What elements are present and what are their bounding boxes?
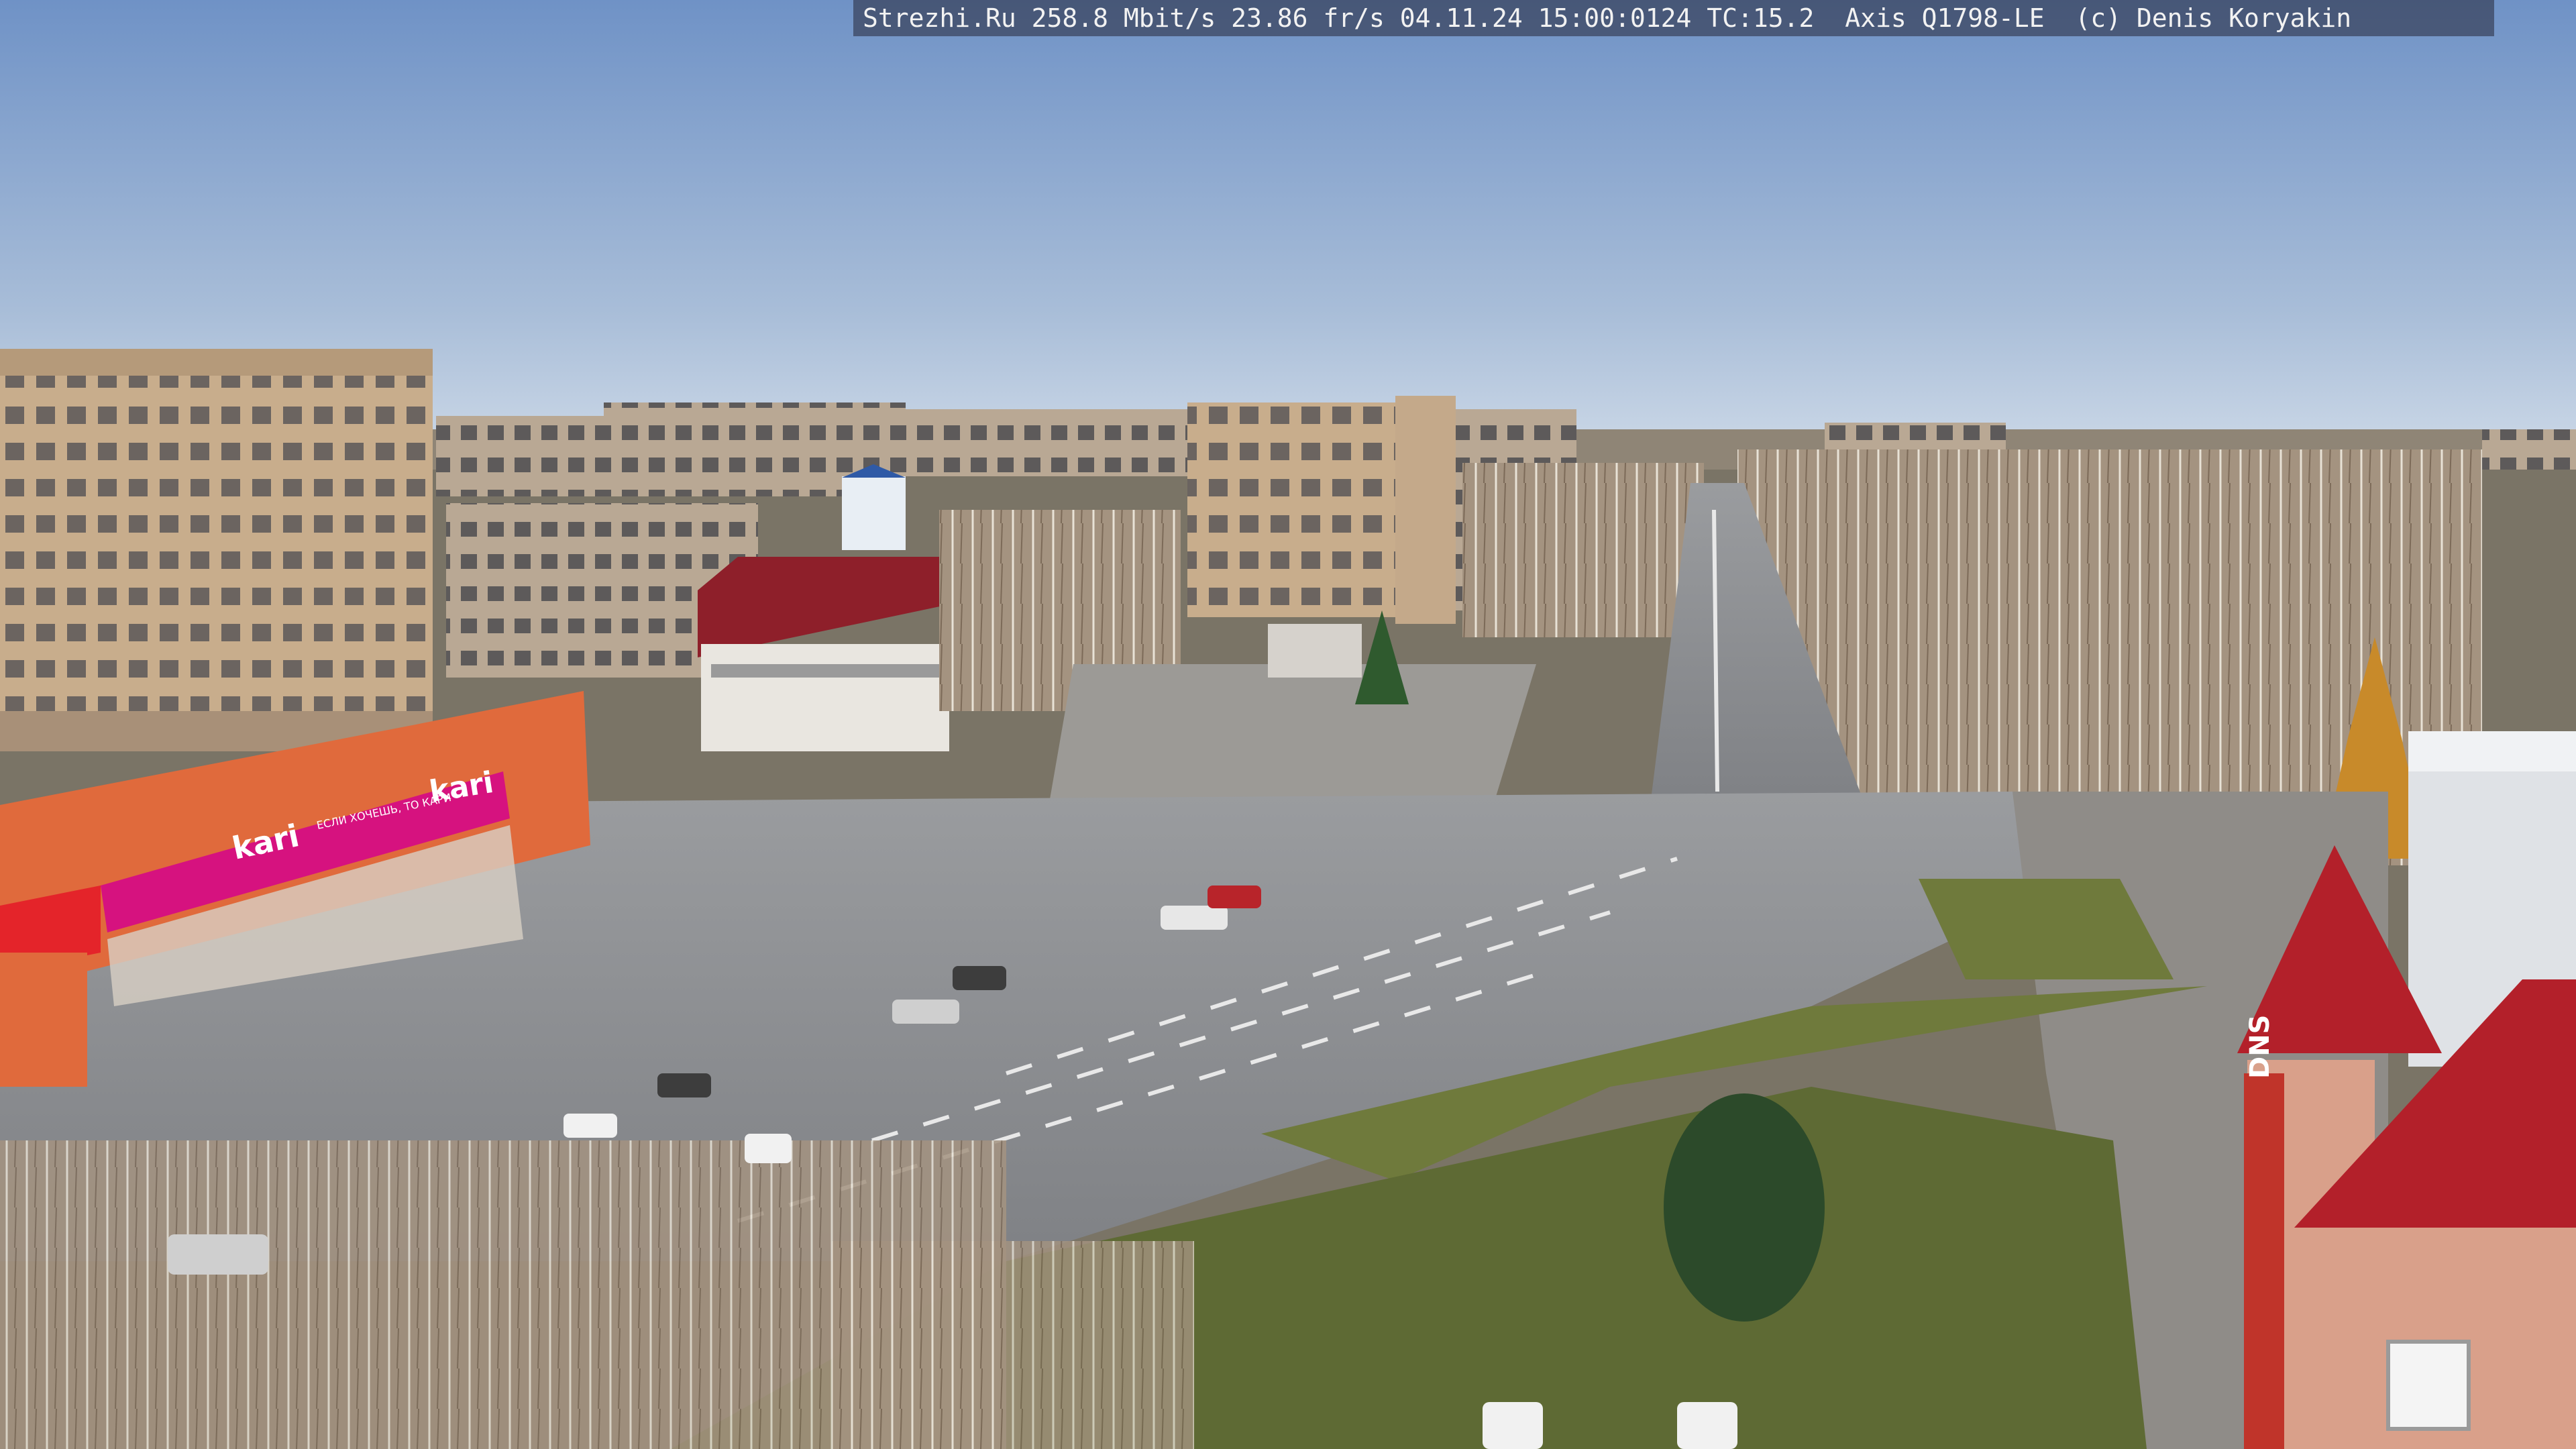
webcam-city-scene (0, 0, 2576, 1449)
blue-tower (842, 476, 906, 550)
pine-tree (1664, 1093, 1825, 1322)
camera-info-overlay: Strezhi.Ru 258.8 Mbit/s 23.86 fr/s 04.11… (853, 0, 2494, 36)
dns-sign: DNS (2245, 1014, 2275, 1079)
red-roof-building (698, 557, 953, 751)
birch-belt-mid (1462, 463, 1704, 637)
left-apartment-block (0, 349, 433, 751)
